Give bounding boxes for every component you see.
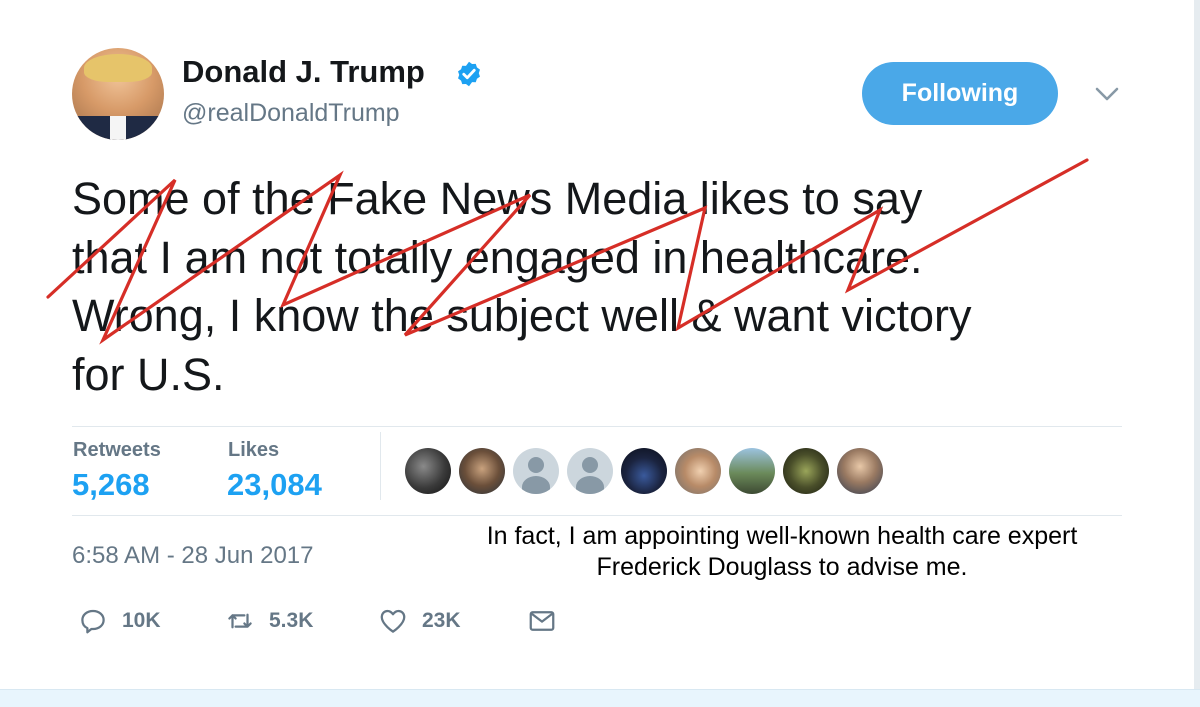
stats-separator <box>380 432 381 500</box>
profile-avatar[interactable] <box>72 48 164 140</box>
profile-name[interactable]: Donald J. Trump <box>182 54 425 90</box>
likes-label: Likes <box>228 439 280 461</box>
chevron-down-icon[interactable] <box>1094 84 1120 104</box>
retweet-action[interactable]: 5.3K <box>225 604 313 638</box>
tweet-page: Donald J. Trump @realDonaldTrump Followi… <box>0 0 1200 707</box>
liker-avatar-default[interactable] <box>567 448 613 494</box>
liker-avatar[interactable] <box>783 448 829 494</box>
profile-handle[interactable]: @realDonaldTrump <box>182 99 400 128</box>
divider-top <box>72 426 1122 427</box>
avatar-hair <box>84 54 152 82</box>
bottom-strip <box>0 689 1200 707</box>
liker-avatar[interactable] <box>675 448 721 494</box>
right-edge-strip <box>1194 0 1200 707</box>
direct-message-action[interactable] <box>527 604 557 638</box>
heart-icon <box>380 609 406 633</box>
caption-line-2: Frederick Douglass to advise me. <box>596 553 968 581</box>
reply-action[interactable]: 10K <box>78 604 161 638</box>
liker-avatar[interactable] <box>837 448 883 494</box>
tweet-text: Some of the Fake News Media likes to say… <box>72 173 972 400</box>
reply-count: 10K <box>122 609 161 632</box>
retweets-label: Retweets <box>73 439 161 461</box>
liker-avatars <box>405 448 883 494</box>
like-count: 23K <box>422 609 461 632</box>
retweet-count: 5.3K <box>269 609 314 632</box>
like-action[interactable]: 23K <box>378 604 461 638</box>
likes-count[interactable]: 23,084 <box>227 467 322 503</box>
following-button[interactable]: Following <box>862 62 1058 125</box>
overlay-caption: In fact, I am appointing well-known heal… <box>412 521 1152 583</box>
liker-avatar[interactable] <box>729 448 775 494</box>
liker-avatar-default[interactable] <box>513 448 559 494</box>
reply-icon <box>81 609 105 634</box>
divider-middle <box>72 515 1122 516</box>
liker-avatar[interactable] <box>405 448 451 494</box>
liker-avatar[interactable] <box>459 448 505 494</box>
retweet-icon <box>228 613 252 629</box>
envelope-icon <box>529 611 555 631</box>
retweets-count[interactable]: 5,268 <box>72 467 150 503</box>
liker-avatar[interactable] <box>621 448 667 494</box>
avatar-shirt <box>110 116 126 140</box>
verified-badge-icon <box>458 61 480 87</box>
tweet-timestamp[interactable]: 6:58 AM - 28 Jun 2017 <box>72 542 314 570</box>
caption-line-1: In fact, I am appointing well-known heal… <box>486 522 1078 550</box>
